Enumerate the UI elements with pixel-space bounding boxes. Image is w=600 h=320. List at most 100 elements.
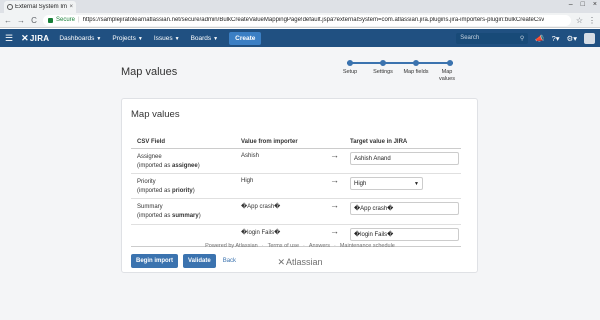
imported-as-suffix: ): [197, 163, 200, 170]
jira-logo[interactable]: ✕JIRA: [21, 33, 49, 44]
footer-link-terms[interactable]: Terms of use: [268, 243, 299, 249]
url-text: https://samplejiratolearnatlassian.net/s…: [82, 17, 545, 23]
importer-value: Ashish: [241, 153, 260, 159]
progress-steps: Setup Settings Map fields Map values: [343, 60, 455, 92]
nav-issues-label: Issues: [153, 34, 173, 42]
step-label-map-values: Map values: [439, 69, 455, 83]
atlassian-footer-logo[interactable]: ✕Atlassian: [0, 257, 600, 268]
atlassian-mark-icon: ✕: [21, 32, 29, 43]
step-label-settings: Settings: [373, 69, 393, 75]
arrow-right-icon: →: [330, 226, 339, 236]
chevron-down-icon: ▼: [414, 180, 419, 187]
step-dot-settings: [380, 60, 386, 66]
imported-as-field: assignee: [172, 163, 198, 170]
imported-as-suffix: ): [198, 213, 201, 220]
importer-value: �login Fails�: [241, 230, 281, 236]
minimize-icon[interactable]: –: [569, 1, 573, 8]
reload-icon[interactable]: C: [30, 16, 38, 25]
target-value-text: Ashish Anand: [354, 155, 391, 162]
avatar[interactable]: [584, 32, 595, 44]
tab-favicon-icon: [7, 4, 13, 10]
browser-tab-bar: External System Import × – □ ×: [0, 0, 600, 13]
csv-field-name: Assignee: [137, 154, 162, 160]
search-input[interactable]: Search ⚲: [456, 32, 529, 44]
maximize-icon[interactable]: □: [581, 1, 585, 8]
step-label-setup: Setup: [342, 69, 358, 75]
back-icon[interactable]: ←: [4, 16, 12, 25]
chevron-down-icon: ▼: [174, 35, 180, 42]
chevron-down-icon: ▼: [96, 35, 102, 42]
column-header-target-value: Target value in JIRA: [350, 139, 408, 145]
browser-tab[interactable]: External System Import ×: [4, 1, 76, 13]
csv-field-name: Priority: [137, 179, 156, 185]
footer: Powered by Atlassian · Terms of use · Answer…: [0, 243, 600, 249]
nav-boards-label: Boards: [190, 34, 212, 42]
csv-field-cell: Assignee (imported as assignee): [137, 153, 200, 172]
step-dot-map-values: [447, 60, 453, 66]
imported-as-note: (imported as priority): [137, 187, 195, 196]
table-row: Summary (imported as summary) �App crash…: [131, 199, 461, 225]
secure-label: Secure: [56, 17, 76, 23]
imported-as-field: summary: [172, 213, 199, 220]
tab-title: External System Import: [15, 4, 68, 10]
bookmark-star-icon[interactable]: ☆: [576, 16, 583, 25]
table-row: Priority (imported as priority) High → H…: [131, 174, 461, 199]
target-value-text: �App crash�: [354, 206, 394, 212]
help-icon[interactable]: ?▾: [552, 34, 560, 43]
step-dot-map-fields: [413, 60, 419, 66]
nav-issues[interactable]: Issues ▼: [154, 35, 180, 42]
target-value-text: �login Fails�: [354, 232, 394, 238]
search-icon: ⚲: [519, 35, 525, 42]
gear-icon[interactable]: ⚙▾: [567, 34, 578, 43]
steps-line: [347, 62, 453, 64]
address-bar: ← → C Secure | https://samplejiratolearn…: [0, 13, 600, 28]
imported-as-note: (imported as summary): [137, 212, 201, 221]
atlassian-logo-text: Atlassian: [286, 257, 323, 267]
target-value-input[interactable]: �App crash�: [350, 202, 459, 215]
step-dot-setup: [347, 60, 353, 66]
forward-icon[interactable]: →: [17, 16, 25, 25]
imported-as-note: (imported as assignee): [137, 162, 200, 171]
target-value-input[interactable]: Ashish Anand: [350, 152, 459, 165]
imported-as-prefix: (imported as: [137, 188, 171, 195]
footer-link-powered-by[interactable]: Powered by Atlassian: [205, 243, 258, 249]
url-field[interactable]: Secure | https://samplejiratolearnatlass…: [43, 14, 571, 26]
target-value-input[interactable]: �login Fails�: [350, 228, 459, 241]
column-header-importer-value: Value from importer: [241, 139, 298, 145]
footer-link-maintenance[interactable]: Maintenance schedule: [340, 243, 395, 249]
app-switcher-icon[interactable]: ☰: [5, 33, 13, 44]
imported-as-prefix: (imported as: [137, 213, 171, 220]
close-window-icon[interactable]: ×: [593, 1, 597, 8]
step-label-map-fields: Map fields: [403, 69, 429, 75]
url-separator: |: [78, 17, 80, 23]
priority-select[interactable]: High ▼: [350, 177, 423, 190]
window-controls: – □ ×: [569, 1, 597, 8]
footer-separator: ·: [303, 243, 305, 249]
header-right: Search ⚲ 📣 ?▾ ⚙▾: [456, 32, 595, 44]
chevron-down-icon: ▼: [137, 35, 143, 42]
nav-boards[interactable]: Boards ▼: [191, 35, 219, 42]
tab-close-icon[interactable]: ×: [69, 4, 73, 10]
page-body: Map values Setup Settings Map fields Map…: [0, 47, 600, 320]
chevron-down-icon: ▼: [213, 35, 219, 42]
csv-field-name: Summary: [137, 204, 163, 210]
nav-projects-label: Projects: [112, 34, 136, 42]
nav-projects[interactable]: Projects ▼: [112, 35, 142, 42]
csv-field-cell: Priority (imported as priority): [137, 178, 195, 197]
table-row: Assignee (imported as assignee) Ashish →…: [131, 149, 461, 174]
browser-menu-icon[interactable]: ⋮: [588, 16, 596, 25]
notifications-icon[interactable]: 📣: [535, 34, 544, 43]
priority-select-value: High: [354, 180, 367, 187]
page-title: Map values: [121, 66, 178, 78]
arrow-right-icon: →: [330, 200, 339, 210]
arrow-right-icon: →: [330, 150, 339, 160]
column-header-csv-field: CSV Field: [137, 139, 166, 145]
panel-title: Map values: [131, 109, 180, 120]
imported-as-prefix: (imported as: [137, 163, 171, 170]
lock-icon: [48, 17, 53, 23]
mapping-table: CSV Field Value from importer Target val…: [131, 133, 461, 247]
footer-separator: ·: [261, 243, 264, 249]
create-button[interactable]: Create: [229, 31, 262, 45]
nav-dashboards[interactable]: Dashboards ▼: [59, 35, 101, 42]
footer-link-answers[interactable]: Answers: [309, 243, 330, 249]
